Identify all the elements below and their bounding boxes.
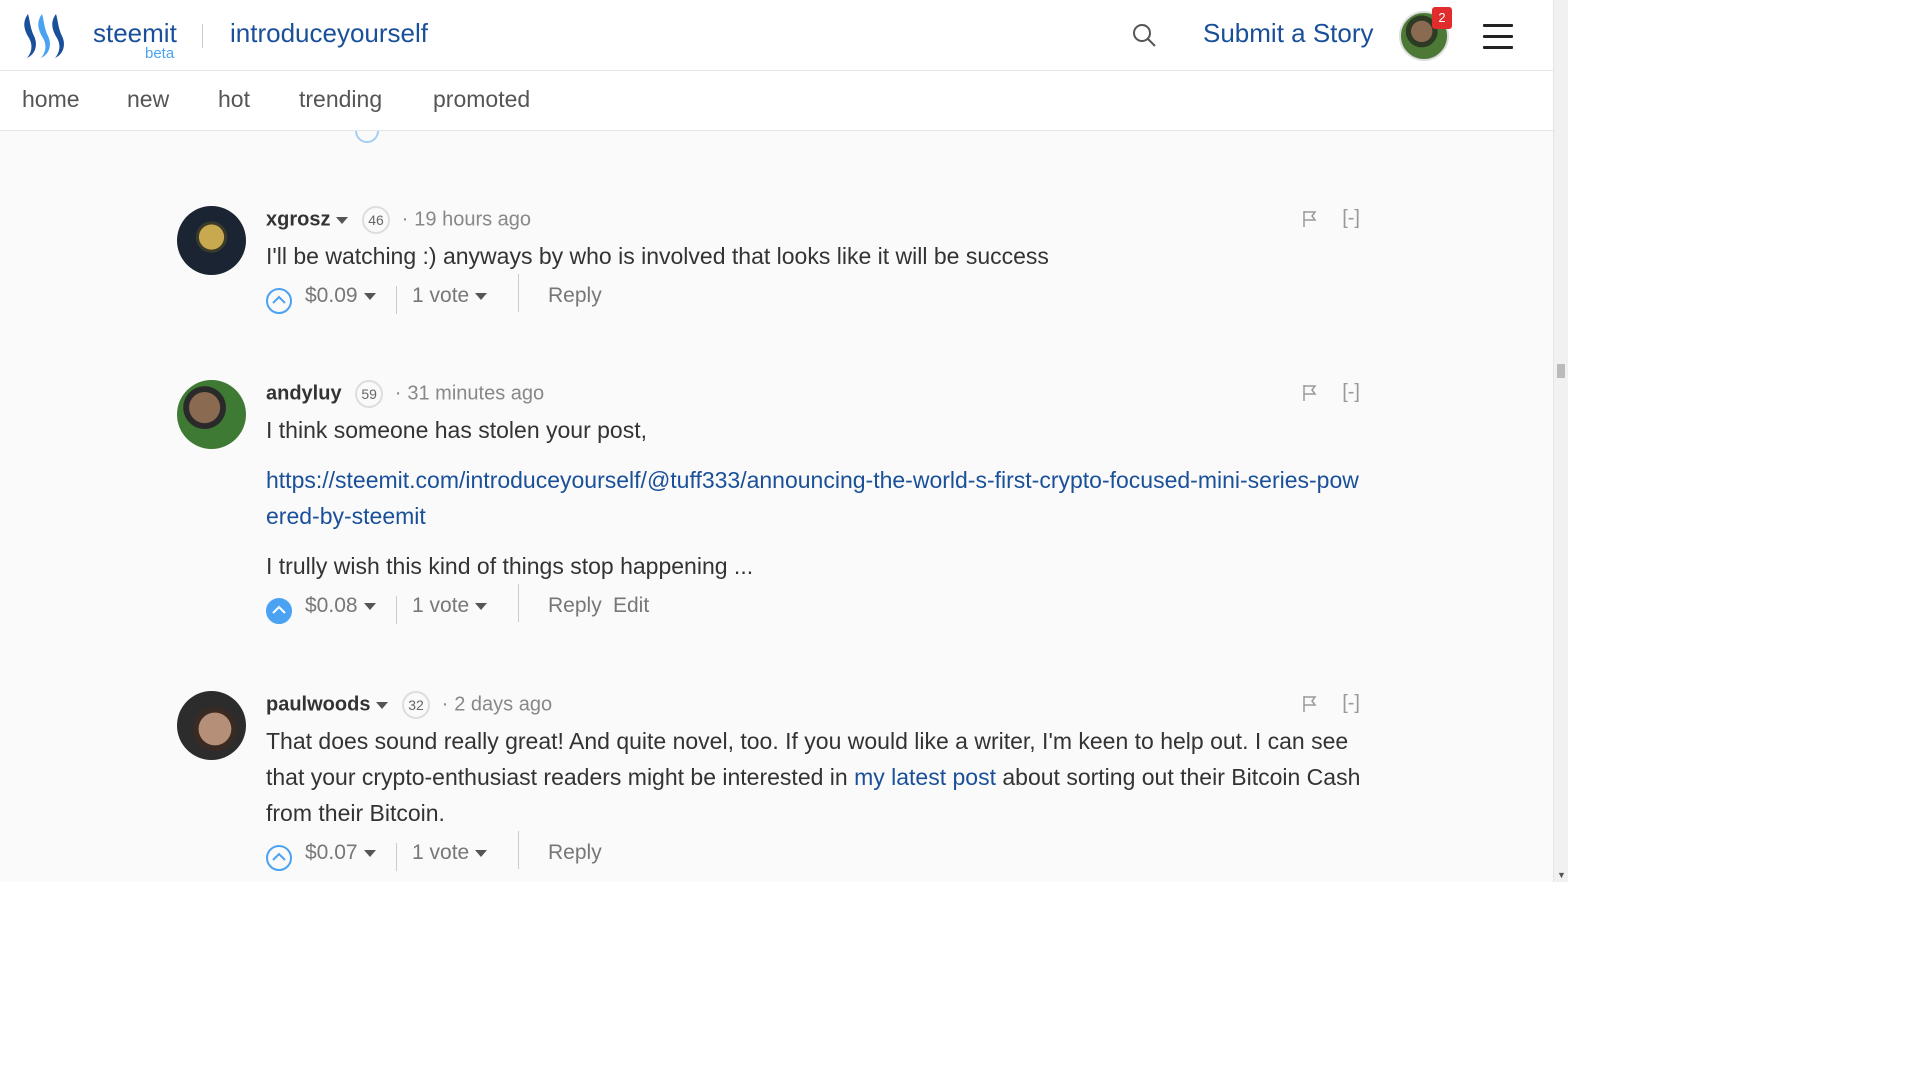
latest-post-link[interactable]: my latest post (854, 764, 996, 790)
submit-story-link[interactable]: Submit a Story (1203, 18, 1374, 49)
vote-count[interactable]: 1 vote (412, 594, 488, 618)
search-icon[interactable] (1132, 23, 1158, 49)
payout-value[interactable]: $0.08 (305, 594, 376, 618)
scroll-down-icon[interactable]: ▼ (1557, 870, 1566, 880)
page-title[interactable]: introduceyourself (230, 18, 428, 49)
upvote-button[interactable] (266, 288, 292, 314)
payout-value[interactable]: $0.07 (305, 841, 376, 865)
upvote-button[interactable] (266, 598, 292, 624)
comments-area: xgrosz 46 · 19 hours ago [-] I'll be watc… (0, 131, 1553, 882)
top-header: steemit beta introduceyourself Submit a … (0, 0, 1553, 71)
reputation-badge: 46 (362, 206, 391, 234)
reputation-badge: 32 (402, 691, 431, 719)
flag-icon[interactable] (1303, 695, 1317, 713)
comment-time[interactable]: 2 days ago (454, 693, 552, 715)
reply-button[interactable]: Reply (548, 284, 602, 308)
comment-author[interactable]: paulwoods (266, 693, 370, 715)
menu-icon[interactable] (1483, 24, 1513, 50)
chevron-down-icon[interactable] (336, 216, 349, 224)
nav-trending[interactable]: trending (299, 86, 382, 113)
reply-button[interactable]: Reply (548, 594, 602, 618)
comment-time[interactable]: 19 hours ago (414, 208, 531, 230)
comment-text-2: I trully wish this kind of things stop h… (266, 553, 754, 579)
steemit-logo-icon[interactable] (20, 10, 72, 62)
avatar[interactable] (177, 206, 246, 275)
comment-link[interactable]: https://steemit.com/introduceyourself/@t… (266, 467, 1359, 529)
vote-count[interactable]: 1 vote (412, 284, 488, 308)
notification-badge: 2 (1432, 7, 1452, 29)
comment-author[interactable]: xgrosz (266, 208, 330, 230)
nav-hot[interactable]: hot (218, 86, 250, 113)
nav-new[interactable]: new (127, 86, 169, 113)
scroll-thumb[interactable] (1557, 364, 1565, 378)
collapse-toggle[interactable]: [-] (1342, 692, 1360, 715)
vote-count[interactable]: 1 vote (412, 841, 488, 865)
edit-button[interactable]: Edit (613, 594, 649, 618)
avatar[interactable] (177, 380, 246, 449)
flag-icon[interactable] (1303, 384, 1317, 402)
comment-text: I think someone has stolen your post, (266, 417, 647, 443)
vertical-scrollbar[interactable]: ▼ (1553, 0, 1568, 882)
collapse-toggle[interactable]: [-] (1342, 381, 1360, 404)
sub-navigation: home new hot trending promoted (0, 71, 1553, 131)
partial-upvote-icon (355, 131, 379, 143)
comment-author[interactable]: andyluy (266, 382, 342, 404)
chevron-down-icon[interactable] (376, 701, 389, 709)
flag-icon[interactable] (1303, 210, 1317, 228)
comment-text: That does sound really great! And quite … (266, 728, 1361, 826)
nav-home[interactable]: home (22, 86, 80, 113)
beta-label: beta (145, 45, 175, 62)
nav-promoted[interactable]: promoted (433, 86, 530, 113)
brand-divider (202, 24, 203, 48)
reply-button[interactable]: Reply (548, 841, 602, 865)
collapse-toggle[interactable]: [-] (1342, 207, 1360, 230)
avatar[interactable] (177, 691, 246, 760)
payout-value[interactable]: $0.09 (305, 284, 376, 308)
upvote-button[interactable] (266, 845, 292, 871)
reputation-badge: 59 (355, 380, 384, 408)
comment-text: I'll be watching :) anyways by who is in… (266, 243, 1049, 269)
comment-time[interactable]: 31 minutes ago (407, 382, 544, 404)
